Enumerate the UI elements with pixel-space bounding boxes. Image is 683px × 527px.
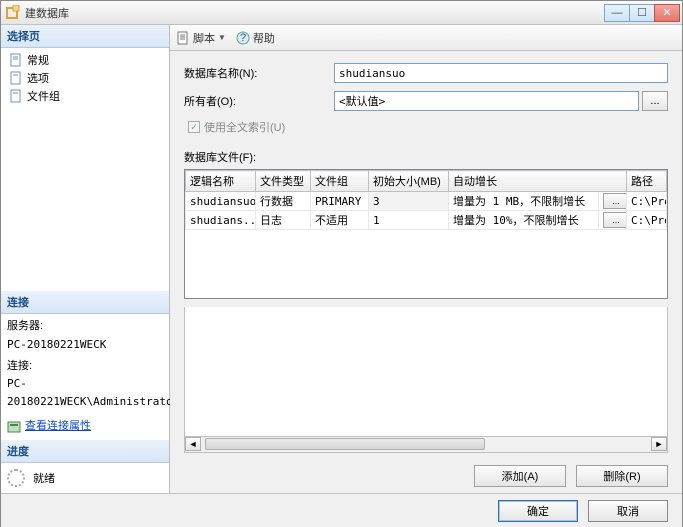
right-panel: 脚本 ▼ ? 帮助 数据库名称(N): 所有者(O): ... ✓ (170, 25, 682, 493)
progress-status: 就绪 (33, 470, 55, 486)
col-file-type[interactable]: 文件类型 (256, 171, 311, 192)
table-row[interactable]: shudians.. 日志 不适用 1 增量为 10%，不限制增长 ... C:… (186, 211, 667, 230)
connection-body: 服务器: PC-20180221WECK 连接: PC-20180221WECK… (1, 314, 169, 440)
col-filegroup[interactable]: 文件组 (311, 171, 369, 192)
cell-filegroup[interactable]: 不适用 (311, 211, 369, 230)
col-init-size[interactable]: 初始大小(MB) (369, 171, 449, 192)
owner-label: 所有者(O): (184, 93, 334, 109)
title-bar: 建数据库 — ☐ ✕ (1, 1, 682, 25)
cell-logical-name[interactable]: shudians.. (186, 211, 256, 230)
help-icon: ? (236, 31, 250, 45)
conn-label: 连接: (7, 358, 163, 376)
window-title: 建数据库 (25, 5, 605, 21)
conn-value: PC-20180221WECK\Administrator (7, 375, 163, 410)
grid-button-row: 添加(A) 删除(R) (170, 459, 682, 493)
page-icon (9, 89, 23, 103)
tree-label: 选项 (27, 70, 49, 86)
cell-init-size[interactable]: 1 (369, 211, 449, 230)
dialog-footer: 确定 取消 (1, 493, 682, 527)
tree-item-general[interactable]: 常规 (5, 51, 165, 69)
svg-text:?: ? (240, 32, 246, 44)
toolbar: 脚本 ▼ ? 帮助 (170, 25, 682, 51)
cell-autogrow-btn[interactable]: ... (599, 211, 627, 230)
cancel-button[interactable]: 取消 (588, 500, 668, 522)
view-connection-properties-link[interactable]: 查看连接属性 (7, 418, 163, 436)
col-logical-name[interactable]: 逻辑名称 (186, 171, 256, 192)
properties-icon (7, 420, 21, 434)
dbname-label: 数据库名称(N): (184, 65, 334, 81)
select-page-header: 选择页 (1, 25, 169, 48)
window-buttons: — ☐ ✕ (605, 4, 680, 22)
tree-label: 常规 (27, 52, 49, 68)
minimize-button[interactable]: — (604, 4, 630, 22)
progress-spinner-icon (7, 469, 25, 487)
tree-item-options[interactable]: 选项 (5, 69, 165, 87)
add-button[interactable]: 添加(A) (474, 465, 566, 487)
close-button[interactable]: ✕ (654, 4, 680, 22)
table-row[interactable]: shudiansuo 行数据 PRIMARY 3 增量为 1 MB，不限制增长 … (186, 192, 667, 211)
script-button[interactable]: 脚本 ▼ (176, 30, 226, 46)
cell-filegroup[interactable]: PRIMARY (311, 192, 369, 211)
owner-input[interactable] (334, 91, 639, 111)
page-tree: 常规 选项 文件组 (1, 48, 169, 108)
help-label: 帮助 (253, 30, 275, 46)
progress-body: 就绪 (1, 463, 169, 493)
cell-path[interactable]: C:\Program Files (x86)\Micr (627, 211, 667, 230)
chevron-down-icon: ▼ (218, 33, 226, 42)
owner-browse-button[interactable]: ... (642, 91, 668, 111)
fulltext-checkbox[interactable]: ✓ (188, 121, 200, 133)
script-icon (176, 31, 190, 45)
cell-file-type[interactable]: 日志 (256, 211, 311, 230)
page-icon (9, 71, 23, 85)
grid-spacer (184, 307, 668, 437)
cell-path[interactable]: C:\Program Files (x86)\Micr (627, 192, 667, 211)
tree-label: 文件组 (27, 88, 60, 104)
page-icon (9, 53, 23, 67)
fulltext-checkbox-row: ✓ 使用全文索引(U) (188, 119, 668, 135)
cell-autogrow[interactable]: 增量为 1 MB，不限制增长 (449, 192, 599, 211)
files-label: 数据库文件(F): (184, 149, 668, 165)
autogrow-browse-button[interactable]: ... (603, 212, 627, 228)
cell-autogrow[interactable]: 增量为 10%，不限制增长 (449, 211, 599, 230)
server-value: PC-20180221WECK (7, 336, 163, 354)
view-props-text: 查看连接属性 (25, 418, 91, 436)
left-panel: 选择页 常规 选项 文件组 连接 服务器: PC-20180221WECK 连接… (1, 25, 170, 493)
fulltext-label: 使用全文索引(U) (204, 119, 285, 135)
scroll-thumb[interactable] (205, 438, 485, 450)
cell-file-type[interactable]: 行数据 (256, 192, 311, 211)
script-label: 脚本 (193, 30, 215, 46)
scroll-left-button[interactable]: ◄ (185, 437, 201, 451)
maximize-button[interactable]: ☐ (629, 4, 655, 22)
ok-button[interactable]: 确定 (498, 500, 578, 522)
progress-header: 进度 (1, 440, 169, 463)
cell-autogrow-btn[interactable]: ... (599, 192, 627, 211)
files-grid[interactable]: 逻辑名称 文件类型 文件组 初始大小(MB) 自动增长 路径 shudiansu… (184, 169, 668, 299)
connection-header: 连接 (1, 291, 169, 314)
col-path[interactable]: 路径 (627, 171, 667, 192)
tree-item-filegroups[interactable]: 文件组 (5, 87, 165, 105)
horizontal-scrollbar[interactable]: ◄ ► (184, 437, 668, 453)
form-area: 数据库名称(N): 所有者(O): ... ✓ 使用全文索引(U) 数据库文件(… (170, 51, 682, 307)
cell-init-size[interactable]: 3 (369, 192, 449, 211)
remove-button[interactable]: 删除(R) (576, 465, 668, 487)
help-button[interactable]: ? 帮助 (236, 30, 275, 46)
autogrow-browse-button[interactable]: ... (603, 193, 627, 209)
col-autogrow[interactable]: 自动增长 (449, 171, 627, 192)
app-icon (5, 5, 21, 21)
server-label: 服务器: (7, 318, 163, 336)
cell-logical-name[interactable]: shudiansuo (186, 192, 256, 211)
dbname-input[interactable] (334, 63, 668, 83)
scroll-right-button[interactable]: ► (651, 437, 667, 451)
